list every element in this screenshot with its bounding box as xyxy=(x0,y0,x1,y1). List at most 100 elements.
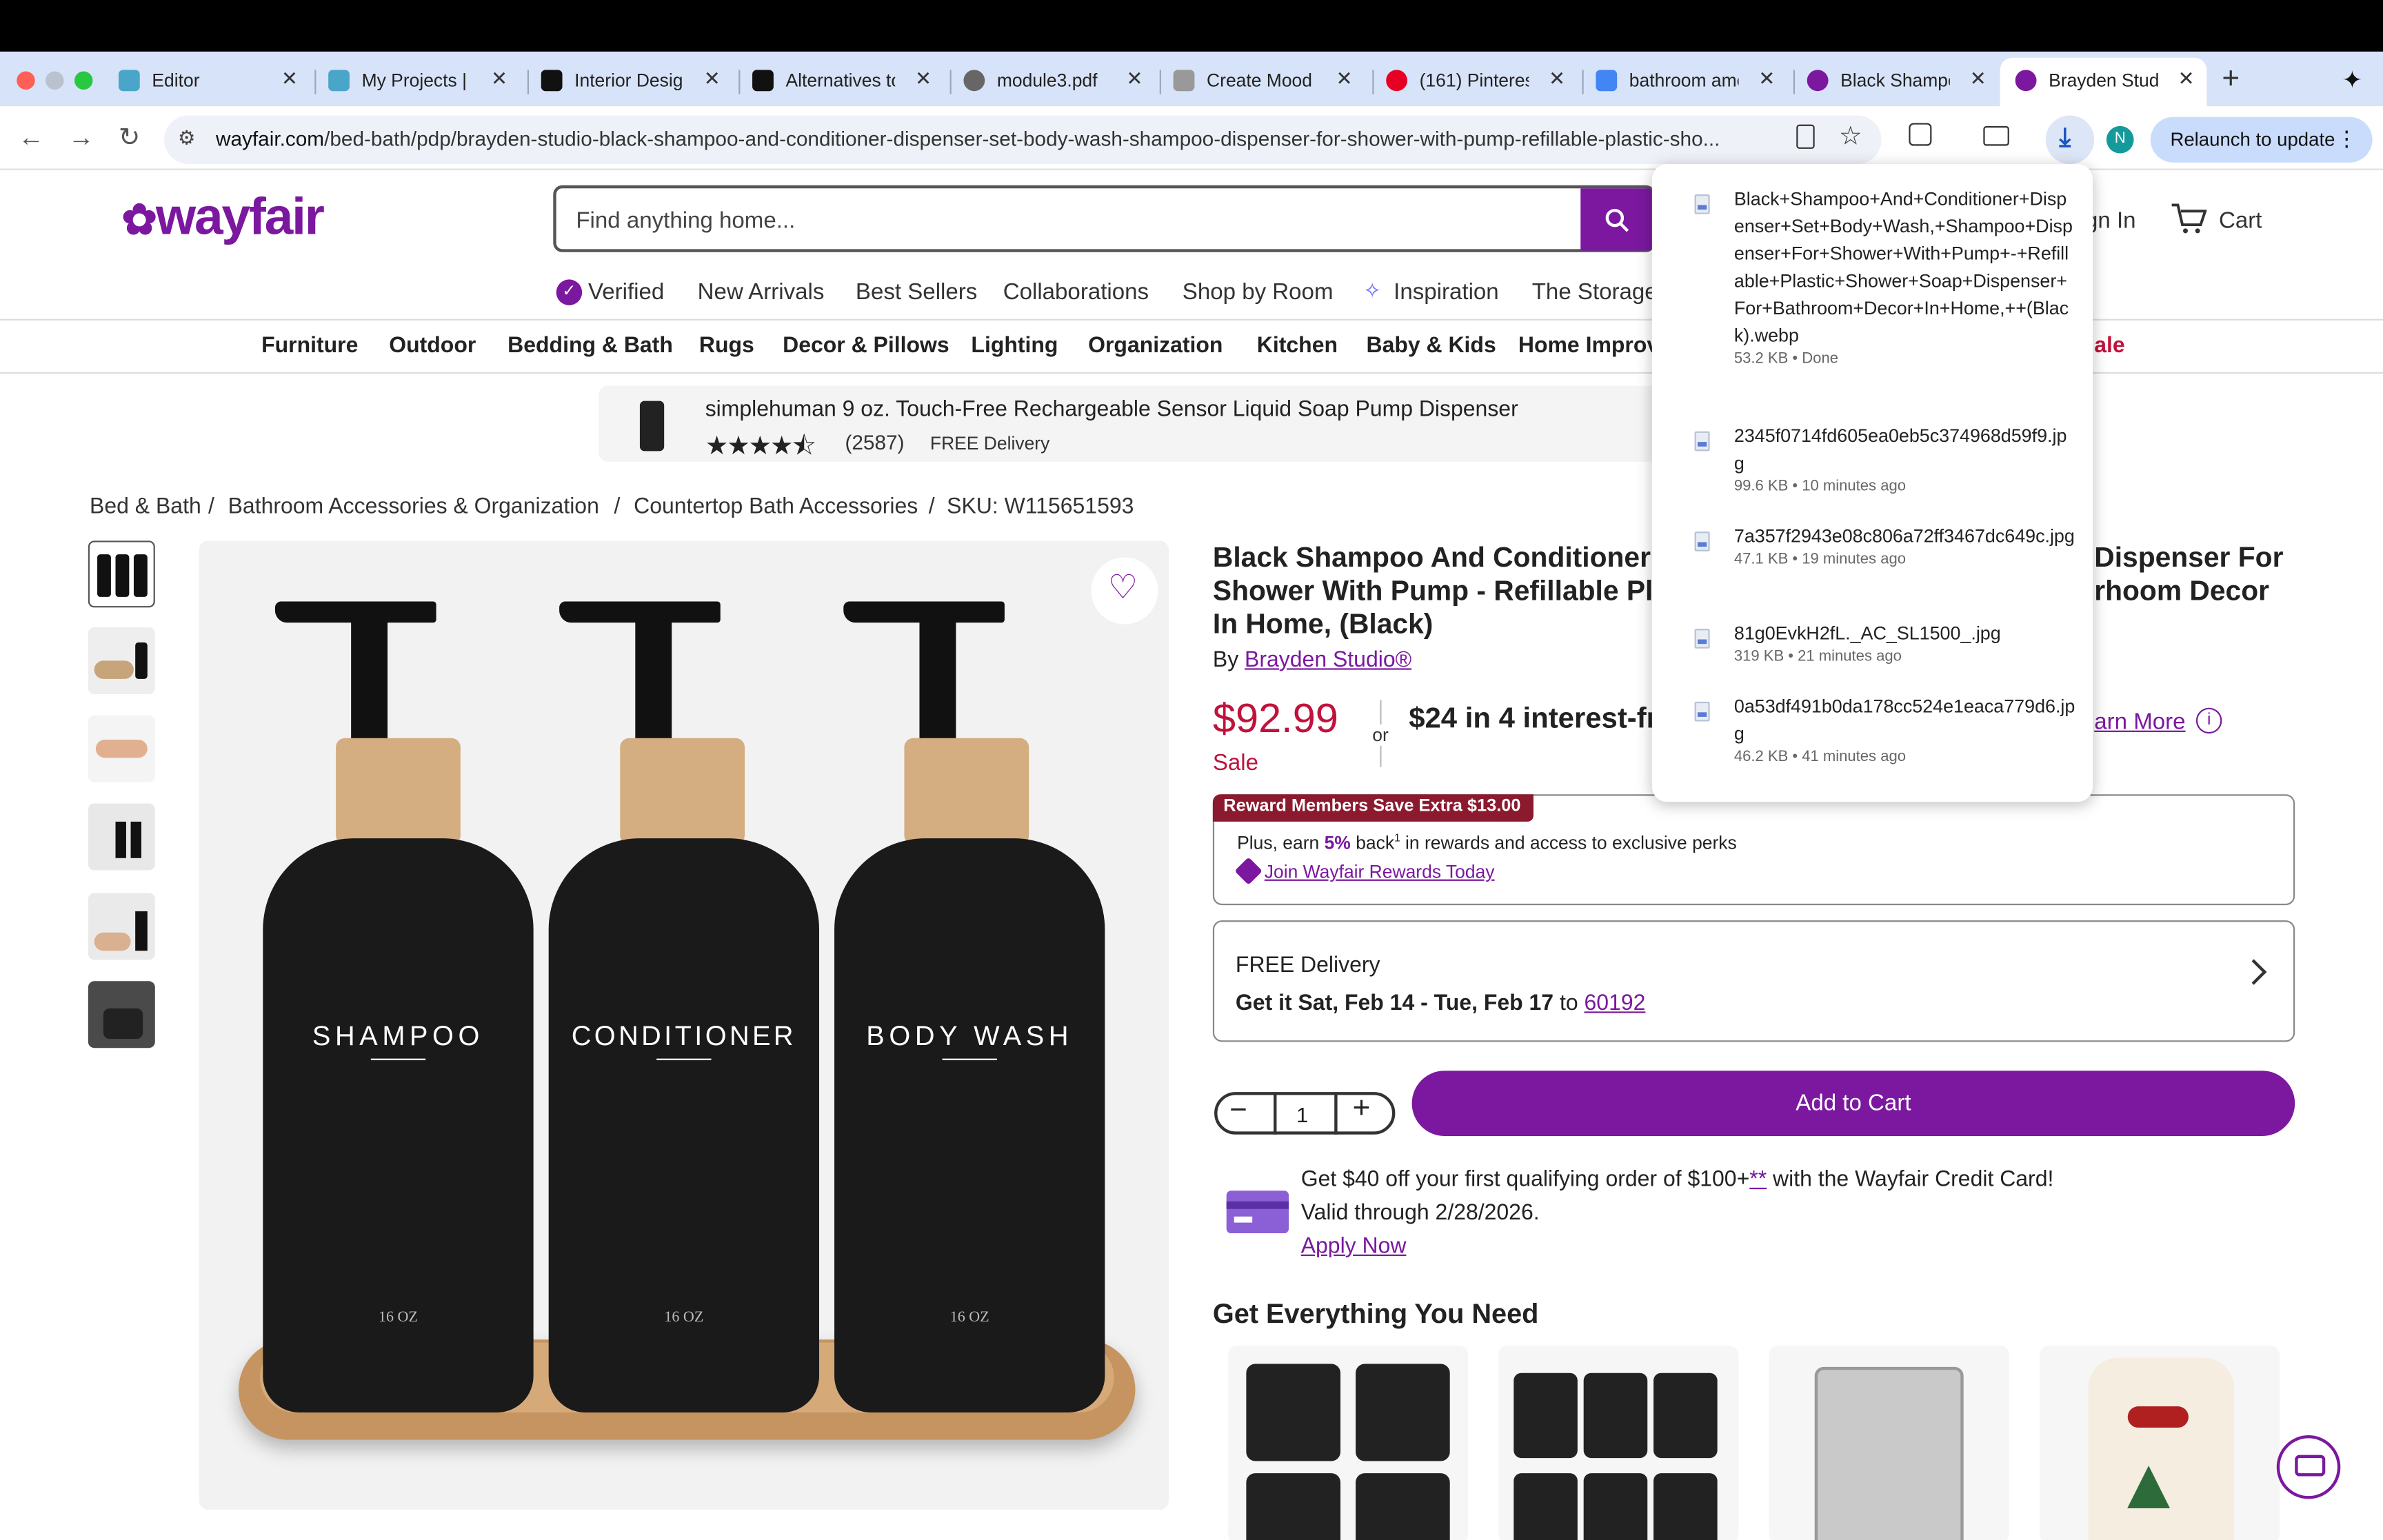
subnav-inspiration[interactable]: Inspiration xyxy=(1394,279,1499,305)
wayfair-logo[interactable]: ✿wayfair xyxy=(121,188,325,247)
breadcrumb-bathroom-accessories[interactable]: Bathroom Accessories & Organization xyxy=(228,495,599,519)
clipboard-icon[interactable] xyxy=(1796,124,1815,149)
thumbnail-3[interactable] xyxy=(88,715,155,782)
thumbnail-2[interactable] xyxy=(88,627,155,694)
chat-button[interactable] xyxy=(2276,1435,2341,1499)
tab-search-icon[interactable] xyxy=(1983,125,2009,146)
reload-icon[interactable]: ↻ xyxy=(119,123,140,153)
close-tab-icon[interactable]: ✕ xyxy=(2178,67,2195,91)
search-button[interactable] xyxy=(1580,188,1654,251)
category-decor-pillows[interactable]: Decor & Pillows xyxy=(783,334,949,358)
profile-avatar[interactable]: N xyxy=(2106,125,2134,154)
tab-5[interactable]: module3.pdf ✕ xyxy=(963,61,1143,100)
wishlist-button[interactable]: ♡ xyxy=(1091,557,1158,625)
product-card[interactable] xyxy=(1227,1346,1469,1540)
disclaimer-link[interactable]: ** xyxy=(1749,1168,1767,1192)
breadcrumb-bed-bath[interactable]: Bed & Bath xyxy=(90,495,201,519)
tab-9[interactable]: Black Shampo ✕ xyxy=(1807,61,1987,100)
close-tab-icon[interactable]: ✕ xyxy=(491,67,507,91)
category-sale[interactable]: ale xyxy=(2094,334,2124,358)
info-icon[interactable]: i xyxy=(2195,707,2222,734)
quantity-value[interactable]: 1 xyxy=(1296,1103,1308,1127)
download-item[interactable]: 7a357f2943e08c806a72ff3467dc649c.jpg 47.1… xyxy=(1734,523,2076,571)
close-tab-icon[interactable]: ✕ xyxy=(704,67,721,91)
tab-4[interactable]: Alternatives to ✕ xyxy=(752,61,932,100)
thumbnail-5[interactable] xyxy=(88,893,155,960)
download-item[interactable]: Black+Shampoo+And+Conditioner+Dispenser+… xyxy=(1734,185,2076,371)
promo-title[interactable]: simplehuman 9 oz. Touch-Free Rechargeabl… xyxy=(705,398,1518,422)
review-count[interactable]: (2587) xyxy=(845,432,904,454)
tab-6[interactable]: Create Mood B ✕ xyxy=(1173,61,1353,100)
download-item[interactable]: 2345f0714fd605ea0eb5c374968d59f9.jpg 99.6… xyxy=(1734,422,2076,498)
bottle-size: 16 OZ xyxy=(664,1309,704,1326)
close-tab-icon[interactable]: ✕ xyxy=(1758,67,1775,91)
category-organization[interactable]: Organization xyxy=(1088,334,1223,358)
category-bedding-bath[interactable]: Bedding & Bath xyxy=(507,334,673,358)
minimize-window-button[interactable] xyxy=(46,71,64,90)
bottle-label: SHAMPOO xyxy=(312,1020,485,1051)
url-text[interactable]: wayfair.com/bed-bath/pdp/brayden-studio-… xyxy=(216,128,1781,150)
downloads-button[interactable]: ⤓ xyxy=(2045,115,2095,164)
tab-7[interactable]: (161) Pinterest ✕ xyxy=(1386,61,1565,100)
download-item[interactable]: 0a53df491b0da178cc524e1eaca779d6.jpg 46.2… xyxy=(1734,693,2076,769)
cart-icon[interactable] xyxy=(2170,202,2207,235)
brand-link[interactable]: Brayden Studio® xyxy=(1245,649,1411,673)
extensions-icon[interactable] xyxy=(1909,123,1932,146)
subnav-verified[interactable]: Verified xyxy=(588,279,664,305)
maximize-window-button[interactable] xyxy=(74,71,93,90)
close-tab-icon[interactable]: ✕ xyxy=(281,67,298,91)
delivery-box[interactable] xyxy=(1212,920,2295,1042)
close-tab-icon[interactable]: ✕ xyxy=(1549,67,1565,91)
category-home-improvement[interactable]: Home Improv xyxy=(1518,334,1659,358)
download-item[interactable]: 81g0EvkH2fL._AC_SL1500_.jpg 319 KB • 21 m… xyxy=(1734,620,2076,669)
subnav-best-sellers[interactable]: Best Sellers xyxy=(856,279,977,305)
sparkle-icon[interactable]: ✦ xyxy=(2342,65,2363,96)
search-input[interactable]: Find anything home... xyxy=(576,208,795,234)
close-window-button[interactable] xyxy=(17,71,35,90)
new-tab-button[interactable]: + xyxy=(2222,62,2240,97)
relaunch-button[interactable]: Relaunch to update ⋮ xyxy=(2150,116,2373,163)
subnav-shop-by-room[interactable]: Shop by Room xyxy=(1183,279,1334,305)
increase-quantity-button[interactable]: + xyxy=(1353,1092,1371,1127)
tab-title: My Projects | D xyxy=(361,70,472,92)
close-tab-icon[interactable]: ✕ xyxy=(1126,67,1143,91)
main-product-image[interactable]: ♡ SHAMPOO 16 OZ CONDITIONER 16 OZ BODY W… xyxy=(199,540,1169,1510)
site-info-icon[interactable]: ⚙ xyxy=(178,126,196,150)
thumbnail-6[interactable] xyxy=(88,981,155,1048)
tab-2[interactable]: My Projects | D ✕ xyxy=(328,61,507,100)
category-rugs[interactable]: Rugs xyxy=(699,334,754,358)
join-rewards-link[interactable]: Join Wayfair Rewards Today xyxy=(1265,861,1495,882)
close-tab-icon[interactable]: ✕ xyxy=(1336,67,1353,91)
category-lighting[interactable]: Lighting xyxy=(971,334,1058,358)
learn-more-link[interactable]: arn More xyxy=(2094,709,2185,735)
tab-3[interactable]: Interior Design ✕ xyxy=(541,61,721,100)
apply-now-link[interactable]: Apply Now xyxy=(1301,1235,1407,1259)
close-tab-icon[interactable]: ✕ xyxy=(1970,67,1987,91)
tab-8[interactable]: bathroom ame ✕ xyxy=(1596,61,1775,100)
tab-10[interactable]: Brayden Studi ✕ xyxy=(2015,61,2195,100)
subnav-collaborations[interactable]: Collaborations xyxy=(1003,279,1149,305)
breadcrumb-countertop[interactable]: Countertop Bath Accessories xyxy=(634,495,918,519)
sign-in-link[interactable]: gn In xyxy=(2085,208,2136,234)
bookmark-star-icon[interactable]: ☆ xyxy=(1839,121,1862,152)
category-kitchen[interactable]: Kitchen xyxy=(1257,334,1338,358)
product-card[interactable] xyxy=(1769,1346,2009,1540)
close-tab-icon[interactable]: ✕ xyxy=(915,67,932,91)
thumbnail-4[interactable] xyxy=(88,803,155,871)
category-furniture[interactable]: Furniture xyxy=(261,334,358,358)
product-card[interactable] xyxy=(1498,1346,1739,1540)
subnav-storage[interactable]: The Storage xyxy=(1532,279,1658,305)
search-box[interactable]: Find anything home... xyxy=(553,185,1656,252)
add-to-cart-button[interactable]: Add to Cart xyxy=(1411,1071,2295,1136)
category-baby-kids[interactable]: Baby & Kids xyxy=(1366,334,1496,358)
back-icon[interactable]: ← xyxy=(18,123,43,153)
cart-link[interactable]: Cart xyxy=(2219,208,2262,234)
product-card[interactable]: ▲ xyxy=(2039,1346,2280,1540)
tab-1[interactable]: Editor ✕ xyxy=(118,61,298,100)
subnav-new-arrivals[interactable]: New Arrivals xyxy=(698,279,825,305)
zip-link[interactable]: 60192 xyxy=(1585,992,1646,1016)
thumbnail-1[interactable] xyxy=(88,540,155,608)
decrease-quantity-button[interactable]: − xyxy=(1229,1093,1247,1128)
category-outdoor[interactable]: Outdoor xyxy=(389,334,476,358)
forward-icon[interactable]: → xyxy=(68,123,94,153)
